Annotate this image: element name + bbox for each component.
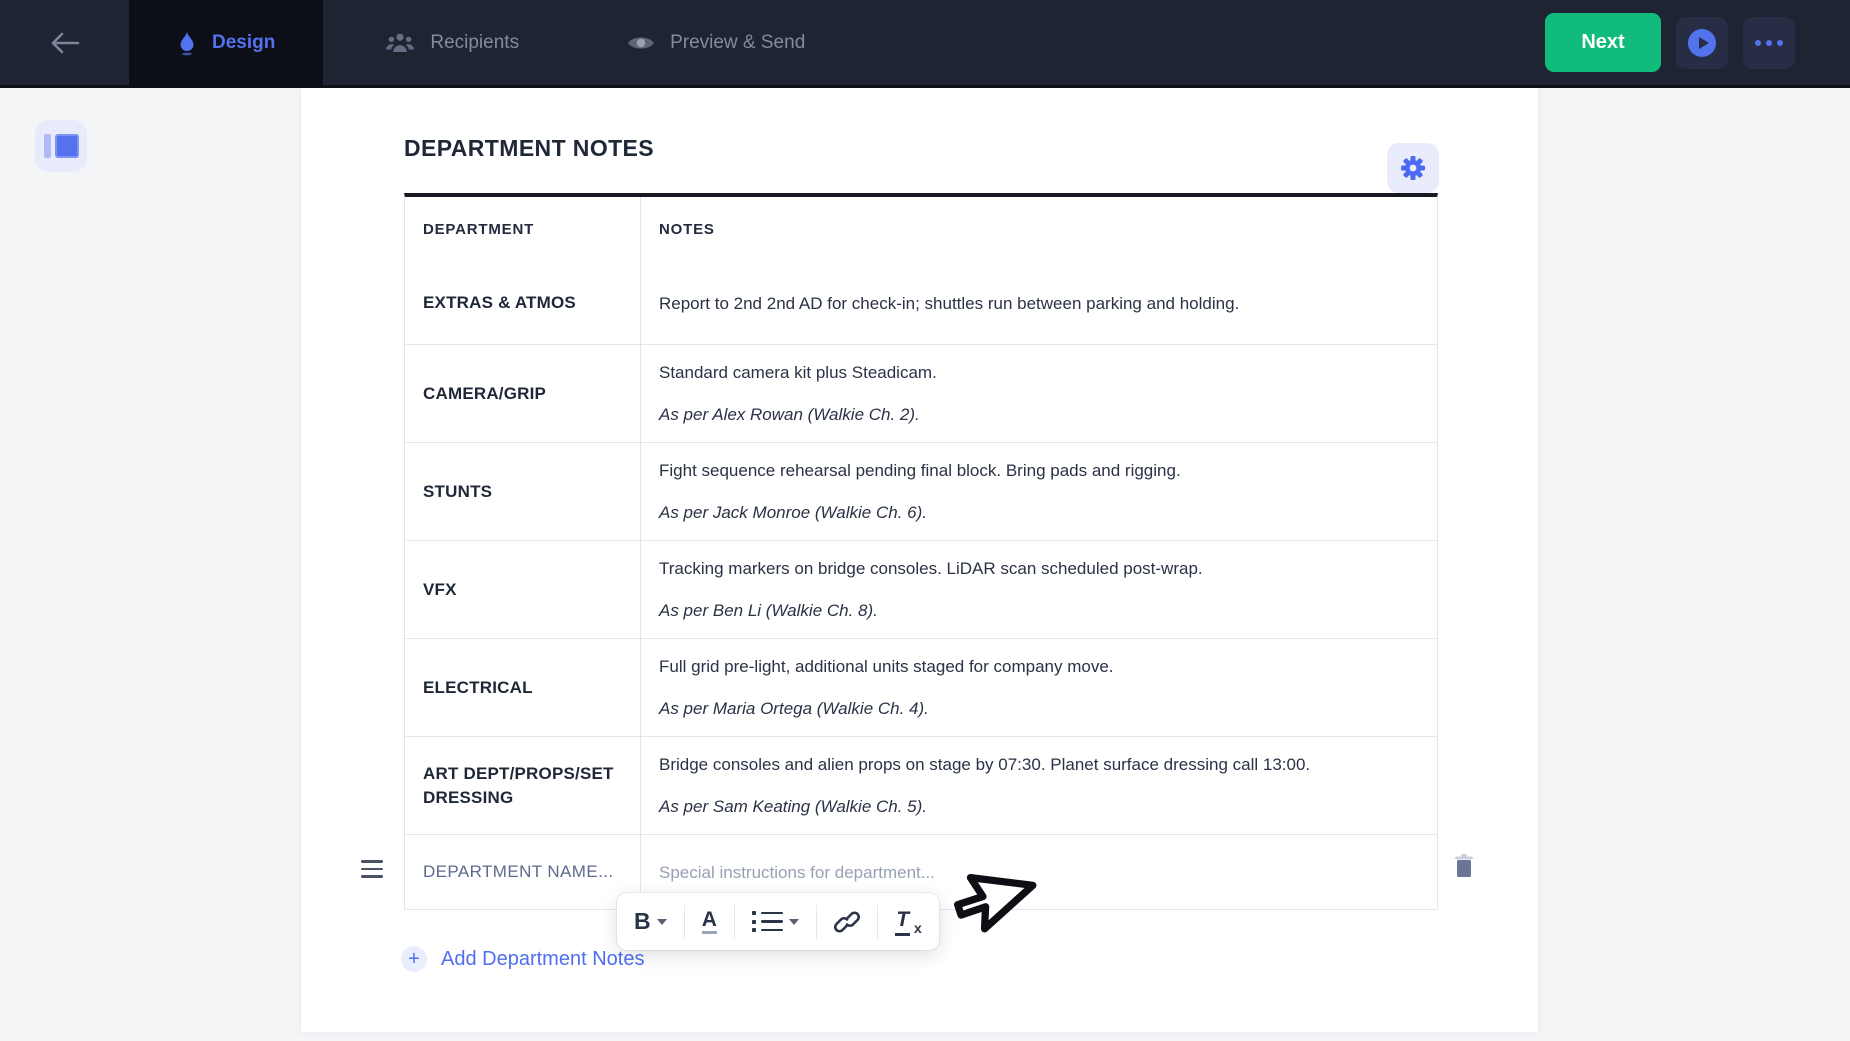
header-department: DEPARTMENT xyxy=(405,197,641,262)
note-text: Fight sequence rehearsal pending final b… xyxy=(659,458,1419,483)
next-button[interactable]: Next xyxy=(1545,13,1661,72)
department-cell[interactable]: ELECTRICAL xyxy=(405,639,641,736)
sidebar-toggle-button[interactable] xyxy=(35,120,87,172)
document-canvas: DEPARTMENT NOTES DEPARTMENT NOTES EXTRAS… xyxy=(301,88,1538,1032)
note-subtext: As per Maria Ortega (Walkie Ch. 4). xyxy=(659,696,1419,721)
tab-design[interactable]: Design xyxy=(129,0,323,85)
play-icon xyxy=(1688,29,1716,57)
add-department-notes-button[interactable]: + Add Department Notes xyxy=(401,946,644,972)
note-text: Bridge consoles and alien props on stage… xyxy=(659,752,1419,777)
chevron-down-icon xyxy=(789,919,799,925)
note-subtext: As per Jack Monroe (Walkie Ch. 6). xyxy=(659,500,1419,525)
section-settings-button[interactable] xyxy=(1387,143,1439,193)
department-name-input[interactable]: DEPARTMENT NAME... xyxy=(405,835,641,909)
tab-label: Recipients xyxy=(430,32,519,54)
trash-icon xyxy=(1453,853,1475,879)
table-row[interactable]: EXTRAS & ATMOS Report to 2nd 2nd AD for c… xyxy=(405,262,1437,344)
tab-label: Preview & Send xyxy=(670,32,805,54)
notes-cell[interactable]: Full grid pre-light, additional units st… xyxy=(641,639,1437,736)
note-text: Standard camera kit plus Steadicam. xyxy=(659,360,1419,385)
tab-recipients[interactable]: Recipients xyxy=(351,0,553,85)
header-notes: NOTES xyxy=(641,197,1437,262)
ellipsis-icon xyxy=(1755,40,1783,46)
topbar-actions: Next xyxy=(1545,0,1850,85)
department-cell[interactable]: ART DEPT/PROPS/SET DRESSING xyxy=(405,737,641,834)
eye-icon xyxy=(627,33,655,53)
ink-drop-icon xyxy=(177,30,197,56)
row-drag-handle-icon[interactable] xyxy=(361,860,383,878)
table-header-row: DEPARTMENT NOTES xyxy=(405,197,1437,262)
table-row[interactable]: VFX Tracking markers on bridge consoles. … xyxy=(405,540,1437,638)
panel-left-icon xyxy=(44,134,51,158)
note-text: Report to 2nd 2nd AD for check-in; shutt… xyxy=(659,291,1419,316)
notes-cell[interactable]: Report to 2nd 2nd AD for check-in; shutt… xyxy=(641,262,1437,344)
notes-cell[interactable]: Standard camera kit plus Steadicam. As pe… xyxy=(641,345,1437,442)
section-title: DEPARTMENT NOTES xyxy=(404,135,654,162)
clear-formatting-button[interactable]: T x xyxy=(895,908,922,936)
bold-button[interactable]: B xyxy=(634,908,667,935)
link-icon xyxy=(834,910,860,934)
list-button[interactable] xyxy=(752,911,799,932)
note-subtext: As per Alex Rowan (Walkie Ch. 2). xyxy=(659,402,1419,427)
top-navigation-bar: Design Recipients Preview & Send Next xyxy=(0,0,1850,88)
notes-cell[interactable]: Tracking markers on bridge consoles. LiD… xyxy=(641,541,1437,638)
note-subtext: As per Ben Li (Walkie Ch. 8). xyxy=(659,598,1419,623)
notes-cell[interactable]: Bridge consoles and alien props on stage… xyxy=(641,737,1437,834)
department-cell[interactable]: EXTRAS & ATMOS xyxy=(405,262,641,344)
table-body: EXTRAS & ATMOS Report to 2nd 2nd AD for c… xyxy=(405,262,1437,834)
table-row[interactable]: ELECTRICAL Full grid pre-light, additiona… xyxy=(405,638,1437,736)
play-button[interactable] xyxy=(1676,17,1728,69)
back-button[interactable] xyxy=(0,0,129,85)
chevron-down-icon xyxy=(657,919,667,925)
tab-label: Design xyxy=(212,32,275,54)
text-format-toolbar: B A T x xyxy=(617,893,939,950)
department-notes-table: DEPARTMENT NOTES EXTRAS & ATMOS Report to… xyxy=(404,193,1438,910)
arrow-left-icon xyxy=(50,31,80,55)
notes-cell[interactable]: Fight sequence rehearsal pending final b… xyxy=(641,443,1437,540)
delete-row-button[interactable] xyxy=(1451,853,1477,881)
people-icon xyxy=(385,32,415,54)
department-cell[interactable]: VFX xyxy=(405,541,641,638)
gear-icon xyxy=(1399,154,1427,182)
plus-icon: + xyxy=(401,946,427,972)
ordered-list-icon xyxy=(752,911,783,932)
insert-link-button[interactable] xyxy=(834,910,860,934)
note-subtext: As per Sam Keating (Walkie Ch. 5). xyxy=(659,794,1419,819)
note-text: Full grid pre-light, additional units st… xyxy=(659,654,1419,679)
more-options-button[interactable] xyxy=(1743,17,1795,69)
text-color-button[interactable]: A xyxy=(702,910,717,934)
department-cell[interactable]: STUNTS xyxy=(405,443,641,540)
table-row[interactable]: ART DEPT/PROPS/SET DRESSING Bridge consol… xyxy=(405,736,1437,834)
table-row[interactable]: CAMERA/GRIPStandard camera kit plus Stea… xyxy=(405,344,1437,442)
department-cell[interactable]: CAMERA/GRIP xyxy=(405,345,641,442)
tab-preview-send[interactable]: Preview & Send xyxy=(593,0,839,85)
note-text: Tracking markers on bridge consoles. LiD… xyxy=(659,556,1419,581)
table-row[interactable]: STUNTS Fight sequence rehearsal pending f… xyxy=(405,442,1437,540)
